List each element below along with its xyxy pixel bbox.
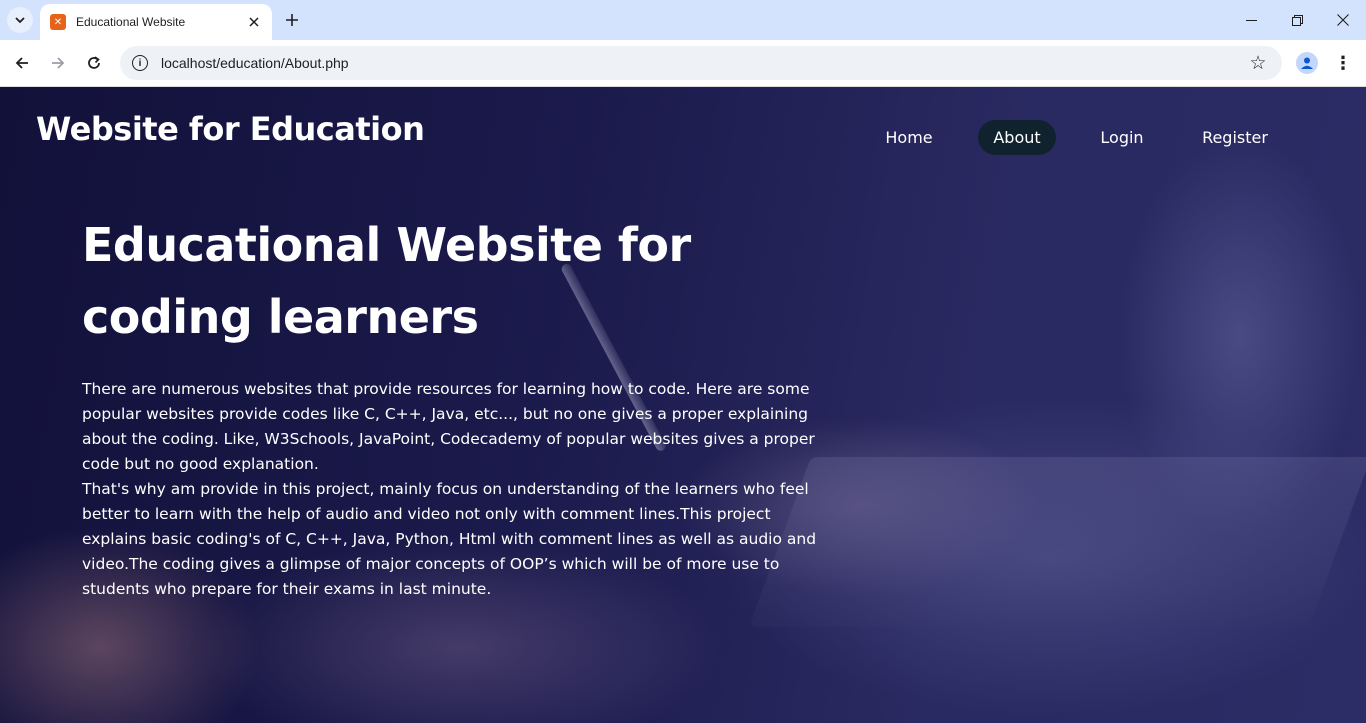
new-tab-button[interactable] xyxy=(280,8,304,32)
plus-icon xyxy=(286,14,298,26)
close-tab-button[interactable] xyxy=(244,12,264,32)
nav-register[interactable]: Register xyxy=(1188,120,1282,155)
hero-heading: Educational Website for coding learners xyxy=(82,209,802,353)
browser-tab-strip: ✕ Educational Website xyxy=(0,0,1366,40)
nav-about[interactable]: About xyxy=(978,120,1056,155)
restore-icon xyxy=(1291,14,1303,26)
profile-button[interactable] xyxy=(1296,52,1318,74)
forward-button[interactable] xyxy=(43,48,73,78)
nav-home[interactable]: Home xyxy=(860,120,958,155)
browser-tab[interactable]: ✕ Educational Website xyxy=(40,4,272,40)
minimize-button[interactable] xyxy=(1228,6,1274,34)
browser-toolbar: i localhost/education/About.php ☆ ⋮ xyxy=(0,40,1366,87)
chevron-down-icon xyxy=(15,17,25,24)
arrow-left-icon xyxy=(15,57,28,69)
page-hero-background: Website for Education Home About Login R… xyxy=(0,87,1366,723)
close-icon xyxy=(249,17,259,27)
more-vert-icon: ⋮ xyxy=(1334,52,1352,73)
browser-menu-button[interactable]: ⋮ xyxy=(1333,50,1353,76)
nav-login[interactable]: Login xyxy=(1082,120,1162,155)
hero-paragraph-2: That's why am provide in this project, m… xyxy=(82,480,817,598)
url-text[interactable]: localhost/education/About.php xyxy=(161,55,1244,71)
address-bar[interactable]: i localhost/education/About.php ☆ xyxy=(120,46,1282,80)
reload-icon xyxy=(88,56,100,69)
reload-button[interactable] xyxy=(79,48,109,78)
back-button[interactable] xyxy=(7,48,37,78)
tab-search-button[interactable] xyxy=(7,7,33,33)
tab-title: Educational Website xyxy=(76,15,186,29)
bookmark-star-button[interactable]: ☆ xyxy=(1244,49,1272,77)
star-icon: ☆ xyxy=(1249,52,1267,74)
avatar-icon xyxy=(1301,57,1313,69)
site-info-icon[interactable]: i xyxy=(132,55,148,71)
site-title: Website for Education xyxy=(36,110,425,148)
xampp-favicon-icon: ✕ xyxy=(50,14,66,30)
close-window-button[interactable] xyxy=(1320,6,1366,34)
restore-button[interactable] xyxy=(1274,6,1320,34)
hero-paragraph-1: There are numerous websites that provide… xyxy=(82,380,815,473)
background-laptop-shape xyxy=(749,457,1366,627)
hero-description: There are numerous websites that provide… xyxy=(82,377,824,602)
arrow-right-icon xyxy=(52,57,65,69)
minimize-icon xyxy=(1245,19,1257,21)
hero-heading-line-2: coding learners xyxy=(82,290,479,344)
close-icon xyxy=(1337,14,1349,26)
hero-heading-line-1: Educational Website for xyxy=(82,218,691,272)
